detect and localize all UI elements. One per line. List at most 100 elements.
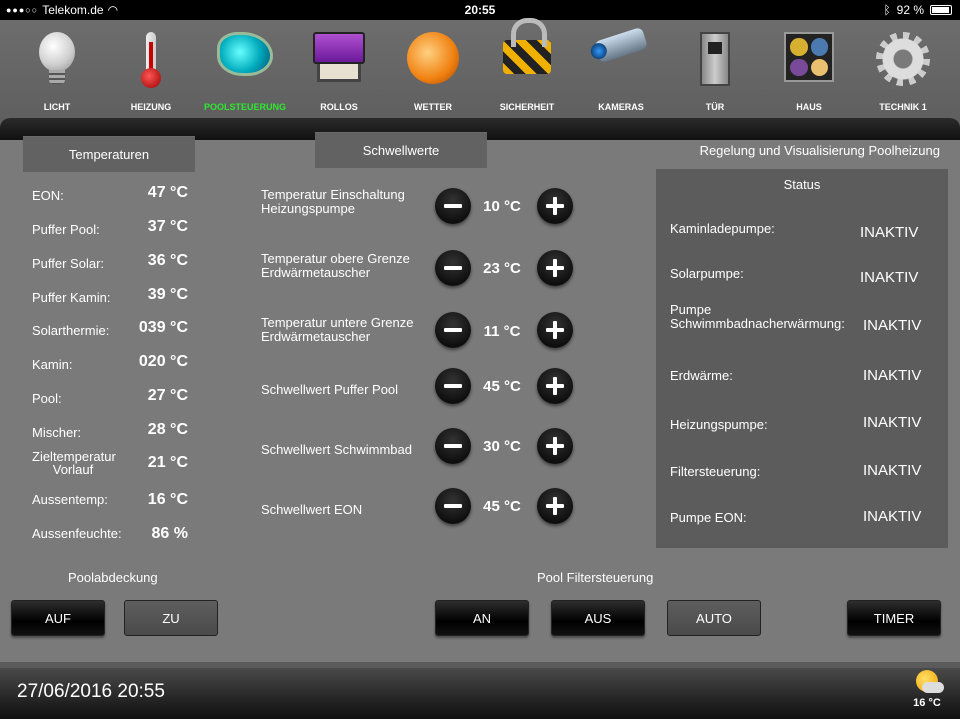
- nav-item-haus[interactable]: HAUS: [766, 20, 852, 116]
- nav-label: TECHNIK 1: [879, 102, 927, 112]
- ios-status-bar: ●●●○○ Telekom.de ◠ 20:55 ᛒ 92 %: [0, 0, 960, 20]
- pool-icon: [216, 32, 274, 90]
- temp-value: 39 °C: [147, 286, 188, 303]
- temp-name: Pool:: [32, 391, 62, 406]
- cover-open-button[interactable]: AUF: [11, 600, 105, 636]
- temp-row-pool: Pool: 27 °C: [32, 383, 202, 413]
- weather-widget[interactable]: 16 °C: [905, 670, 949, 718]
- temp-name: Puffer Solar:: [32, 256, 105, 271]
- weather-icon: [404, 32, 462, 90]
- threshold-row: Schwellwert EON 45 °C: [261, 488, 581, 530]
- increase-button[interactable]: [537, 368, 573, 404]
- cover-close-button[interactable]: ZU: [124, 600, 218, 636]
- partly-cloudy-icon: [912, 670, 944, 694]
- nav-label: HAUS: [796, 102, 822, 112]
- status-panel: Status Kaminladepumpe: INAKTIV Solarpump…: [656, 169, 948, 548]
- status-name: Filtersteuerung:: [670, 464, 761, 479]
- nav-label: SICHERHEIT: [499, 102, 555, 112]
- temp-value: 28 °C: [147, 421, 188, 438]
- threshold-row: Temperatur untere Grenze Erdwärmetausche…: [261, 312, 581, 356]
- date-time: 27/06/2016 20:55: [17, 681, 165, 702]
- filter-auto-button[interactable]: AUTO: [667, 600, 761, 636]
- decrease-button[interactable]: [435, 428, 471, 464]
- temp-value: 27 °C: [147, 387, 188, 404]
- nav-item-kameras[interactable]: KAMERAS: [578, 20, 664, 116]
- status-value: INAKTIV: [863, 367, 922, 384]
- timer-button[interactable]: TIMER: [847, 600, 941, 636]
- battery-percent: 92 %: [896, 3, 924, 17]
- bluetooth-icon: ᛒ: [883, 3, 891, 17]
- padlock-icon: [498, 18, 556, 98]
- weather-temperature: 16 °C: [913, 697, 941, 709]
- temperatures-heading: Temperaturen: [23, 136, 195, 172]
- temp-row-eon: EON: 47 °C: [32, 180, 202, 210]
- temp-name: Kamin:: [32, 357, 73, 372]
- status-value: INAKTIV: [863, 414, 922, 431]
- temp-value: 16 °C: [147, 491, 188, 508]
- threshold-name: Temperatur Einschaltung Heizungspumpe: [261, 187, 405, 216]
- nav-label: KAMERAS: [598, 102, 644, 112]
- decrease-button[interactable]: [435, 488, 471, 524]
- temp-value: 36 °C: [147, 252, 188, 269]
- filter-on-button[interactable]: AN: [435, 600, 529, 636]
- thresholds-heading: Schwellwerte: [315, 132, 487, 168]
- nav-item-sicherheit[interactable]: SICHERHEIT: [484, 18, 570, 116]
- top-nav: LICHT HEIZUNG POOLSTEUERUNG ROLLOS WETTE…: [0, 18, 960, 140]
- status-name: Erdwärme:: [670, 368, 733, 383]
- threshold-name: Schwellwert Puffer Pool: [261, 382, 399, 397]
- temp-value: 47 °C: [147, 184, 188, 201]
- threshold-row: Schwellwert Schwimmbad 30 °C: [261, 428, 581, 470]
- nav-item-rollos[interactable]: ROLLOS: [296, 20, 382, 116]
- status-name: Pumpe Schwimmbadnacherwärmung:: [670, 302, 845, 331]
- house-icon: [780, 32, 838, 90]
- increase-button[interactable]: [537, 312, 573, 348]
- nav-item-poolsteuerung[interactable]: POOLSTEUERUNG: [202, 20, 288, 116]
- temp-row-puffer-pool: Puffer Pool: 37 °C: [32, 214, 202, 244]
- temp-row-mischer: Mischer: 28 °C: [32, 417, 202, 447]
- temp-value: 039 °C: [138, 319, 188, 336]
- threshold-name: Schwellwert Schwimmbad: [261, 442, 412, 457]
- increase-button[interactable]: [537, 250, 573, 286]
- threshold-value: 30 °C: [483, 438, 521, 455]
- temp-row-solarthermie: Solarthermie: 039 °C: [32, 315, 202, 345]
- minus-icon: [435, 428, 471, 464]
- pool-cover-heading: Poolabdeckung: [68, 570, 158, 585]
- plus-icon: [537, 368, 573, 404]
- nav-item-tuer[interactable]: TÜR: [672, 20, 758, 116]
- status-title: Status: [783, 177, 821, 192]
- temp-row-aussenfeuchte: Aussenfeuchte: 86 %: [32, 521, 202, 551]
- threshold-row: Temperatur Einschaltung Heizungspumpe 10…: [261, 188, 581, 228]
- status-heading: Regelung und Visualisierung Poolheizung: [699, 143, 940, 158]
- plus-icon: [537, 428, 573, 464]
- nav-item-technik-1[interactable]: TECHNIK 1: [860, 20, 946, 116]
- nav-item-heizung[interactable]: HEIZUNG: [108, 20, 194, 116]
- threshold-value: 45 °C: [483, 378, 521, 395]
- status-name: Pumpe EON:: [670, 510, 747, 525]
- decrease-button[interactable]: [435, 250, 471, 286]
- decrease-button[interactable]: [435, 188, 471, 224]
- increase-button[interactable]: [537, 428, 573, 464]
- temp-name: Aussenfeuchte:: [32, 526, 122, 541]
- nav-item-licht[interactable]: LICHT: [14, 20, 100, 116]
- status-value: INAKTIV: [863, 508, 922, 525]
- temp-name: Puffer Kamin:: [32, 290, 111, 305]
- threshold-row: Schwellwert Puffer Pool 45 °C: [261, 368, 581, 410]
- status-value: INAKTIV: [860, 224, 919, 241]
- threshold-row: Temperatur obere Grenze Erdwärmetauscher…: [261, 250, 581, 292]
- temp-value: 37 °C: [147, 218, 188, 235]
- temp-row-zieltemperatur: Zieltemperatur Vorlauf 21 °C: [32, 450, 202, 480]
- minus-icon: [435, 188, 471, 224]
- temp-value: 86 %: [151, 525, 188, 542]
- nav-item-wetter[interactable]: WETTER: [390, 20, 476, 116]
- increase-button[interactable]: [537, 188, 573, 224]
- nav-label: POOLSTEUERUNG: [203, 102, 286, 112]
- decrease-button[interactable]: [435, 368, 471, 404]
- filter-off-button[interactable]: AUS: [551, 600, 645, 636]
- minus-icon: [435, 312, 471, 348]
- gear-icon: [874, 32, 932, 90]
- clock: 20:55: [464, 3, 496, 17]
- decrease-button[interactable]: [435, 312, 471, 348]
- status-value: INAKTIV: [863, 462, 922, 479]
- footer-bar: 27/06/2016 20:55 16 °C: [0, 662, 960, 719]
- increase-button[interactable]: [537, 488, 573, 524]
